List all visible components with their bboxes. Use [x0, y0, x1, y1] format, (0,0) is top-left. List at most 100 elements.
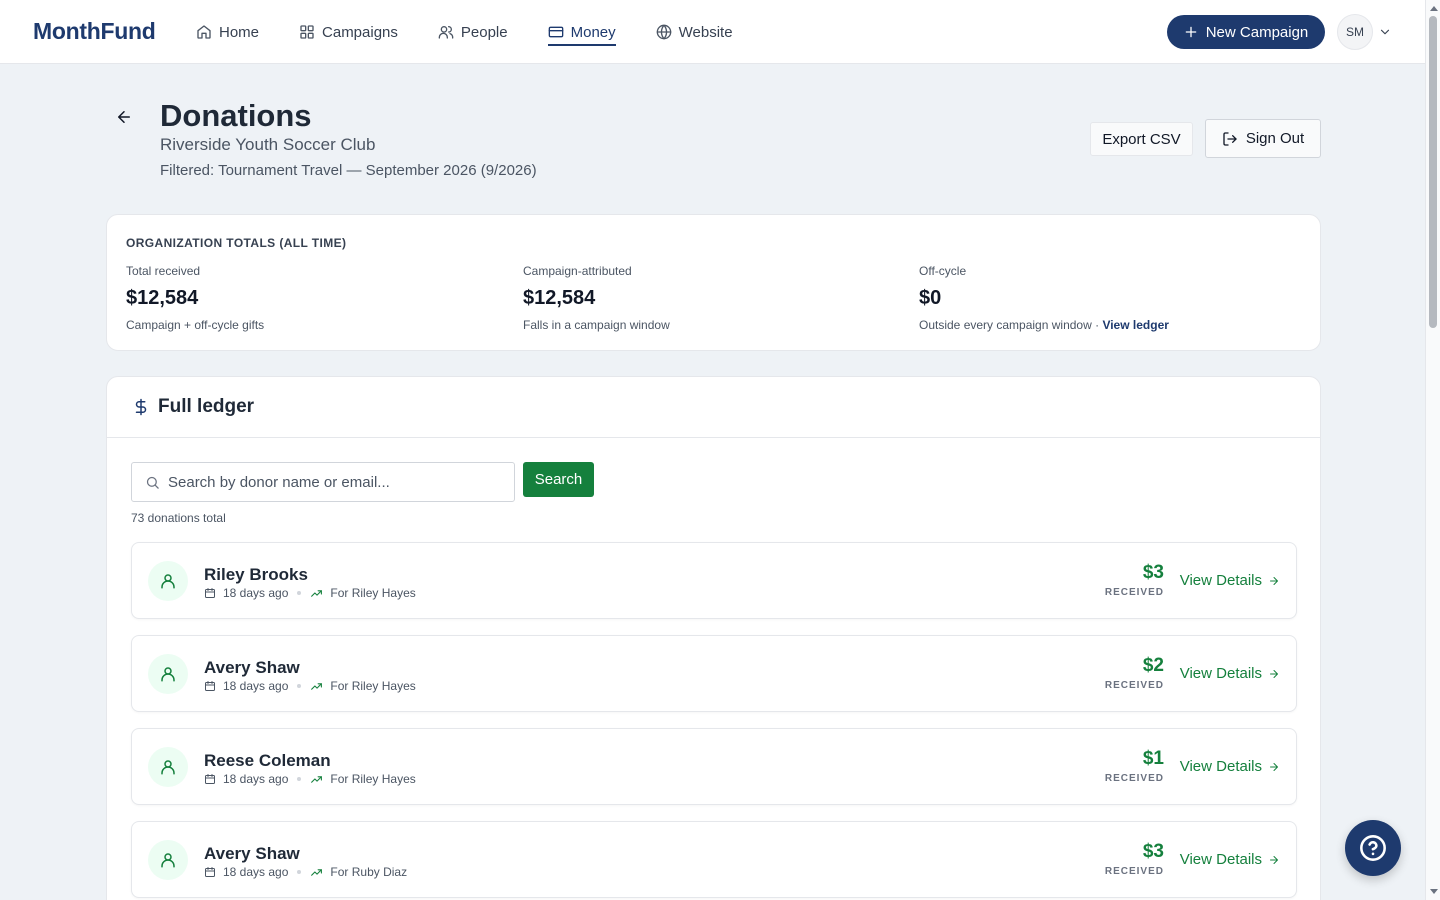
arrow-right-icon: [1270, 576, 1278, 585]
arrow-right-icon: [1270, 669, 1278, 678]
donation-row[interactable]: Avery Shaw 18 days ago For Riley Hayes $…: [131, 635, 1297, 712]
totals-heading: ORGANIZATION TOTALS (ALL TIME): [126, 236, 347, 250]
scroll-down-arrow[interactable]: [1430, 889, 1438, 894]
donation-meta: 18 days ago For Riley Hayes: [204, 772, 416, 786]
nav-item-label: Home: [219, 23, 260, 41]
page-title: Donations: [160, 98, 312, 133]
nav-item-label: People: [460, 23, 508, 41]
organization-name: Riverside Youth Soccer Club: [160, 135, 376, 154]
view-ledger-link[interactable]: View ledger: [1102, 318, 1168, 332]
nav-item-home[interactable]: Home: [196, 0, 259, 64]
donation-amount-block: $2 RECEIVED: [1105, 655, 1164, 691]
main-nav: Home Campaigns People Money Website: [196, 0, 773, 64]
grid-icon: [300, 25, 314, 39]
status-badge: RECEIVED: [1104, 866, 1164, 877]
view-details-link[interactable]: View Details: [1180, 665, 1280, 682]
donation-amount-block: $3 RECEIVED: [1105, 562, 1164, 598]
globe-icon: [656, 24, 671, 40]
app-logo[interactable]: MonthFund: [33, 18, 156, 45]
organization-totals-card: ORGANIZATION TOTALS (ALL TIME) Total rec…: [106, 214, 1321, 351]
sign-out-label: Sign Out: [1245, 130, 1305, 147]
calendar-icon: [205, 867, 215, 877]
ledger-title: Full ledger: [158, 396, 255, 417]
log-out-icon: [1223, 131, 1237, 146]
nav-item-website[interactable]: Website: [656, 0, 733, 64]
stat-subtext: Falls in a campaign window: [523, 318, 670, 332]
donation-date: 18 days ago: [223, 679, 289, 693]
arrow-right-icon: [1270, 762, 1278, 771]
donor-avatar: [148, 840, 188, 880]
donation-amount: $2: [1142, 655, 1164, 676]
donation-meta: 18 days ago For Riley Hayes: [204, 586, 416, 600]
user-icon: [161, 667, 175, 682]
separator-dot: [297, 870, 302, 874]
donation-row[interactable]: Avery Shaw 18 days ago For Ruby Diaz $3 …: [131, 821, 1297, 898]
scroll-thumb[interactable]: [1429, 16, 1437, 328]
filter-description: Filtered: Tournament Travel — September …: [160, 162, 537, 179]
view-details-label: View Details: [1179, 665, 1262, 682]
nav-item-people[interactable]: People: [438, 0, 508, 64]
view-details-link[interactable]: View Details: [1180, 758, 1280, 775]
view-details-link[interactable]: View Details: [1180, 572, 1280, 589]
donation-amount-block: $3 RECEIVED: [1105, 841, 1164, 877]
separator-dot: [297, 591, 302, 595]
full-ledger-card: Full ledger Search 73 donations total Ri…: [106, 376, 1321, 900]
wallet-icon: [548, 26, 563, 38]
donor-avatar: [148, 654, 188, 694]
nav-item-campaigns[interactable]: Campaigns: [299, 0, 398, 64]
search-button[interactable]: Search: [523, 462, 594, 497]
sign-out-button[interactable]: Sign Out: [1205, 119, 1321, 158]
stat-value: $0: [919, 287, 942, 309]
view-details-label: View Details: [1179, 572, 1262, 589]
donation-amount: $3: [1142, 841, 1164, 862]
stat-subtext: Outside every campaign window · View led…: [919, 318, 1169, 332]
donation-recipient: For Riley Hayes: [330, 679, 416, 693]
donation-row[interactable]: Reese Coleman 18 days ago For Riley Haye…: [131, 728, 1297, 805]
plus-icon: [1185, 26, 1197, 38]
back-button[interactable]: [115, 108, 135, 128]
top-navbar: MonthFund Home Campaigns People Money We…: [0, 0, 1425, 64]
nav-item-label: Money: [570, 23, 616, 41]
user-avatar[interactable]: SM: [1337, 14, 1373, 50]
donation-amount: $3: [1142, 562, 1164, 583]
status-badge: RECEIVED: [1104, 587, 1164, 598]
donation-row[interactable]: Riley Brooks 18 days ago For Riley Hayes…: [131, 542, 1297, 619]
scroll-up-arrow[interactable]: [1430, 6, 1438, 11]
donation-amount-block: $1 RECEIVED: [1105, 748, 1164, 784]
user-icon: [161, 760, 175, 775]
status-badge: RECEIVED: [1104, 680, 1164, 691]
stat-off-cycle: Off-cycle $0 Outside every campaign wind…: [919, 264, 1169, 332]
stat-campaign-attributed: Campaign-attributed $12,584 Falls in a c…: [523, 264, 670, 332]
new-campaign-button[interactable]: New Campaign: [1167, 15, 1325, 49]
donor-name: Avery Shaw: [204, 844, 300, 863]
stat-subtext-text: Outside every campaign window ·: [919, 318, 1100, 332]
separator-dot: [297, 777, 302, 781]
stat-value: $12,584: [523, 287, 596, 309]
stat-subtext: Campaign + off-cycle gifts: [126, 318, 265, 332]
trending-up-icon: [311, 589, 323, 597]
donation-date: 18 days ago: [223, 586, 289, 600]
donation-date: 18 days ago: [223, 772, 289, 786]
calendar-icon: [205, 774, 215, 784]
export-csv-button[interactable]: Export CSV: [1090, 122, 1193, 156]
donation-recipient: For Riley Hayes: [330, 586, 416, 600]
chevron-down-icon[interactable]: [1378, 25, 1392, 39]
donor-avatar: [148, 747, 188, 787]
donations-count: 73 donations total: [131, 511, 226, 525]
donor-search-input[interactable]: [168, 463, 508, 501]
help-button[interactable]: [1345, 820, 1401, 876]
trending-up-icon: [311, 868, 323, 876]
home-icon: [197, 25, 211, 39]
user-icon: [161, 853, 175, 868]
donor-avatar: [148, 561, 188, 601]
new-campaign-label: New Campaign: [1205, 23, 1309, 41]
nav-item-label: Website: [678, 23, 733, 41]
donor-search-field[interactable]: [131, 462, 515, 502]
view-details-link[interactable]: View Details: [1180, 851, 1280, 868]
donor-name: Riley Brooks: [204, 565, 308, 584]
nav-item-label: Campaigns: [322, 23, 398, 41]
page-scrollbar[interactable]: [1425, 0, 1440, 900]
trending-up-icon: [311, 682, 323, 690]
view-details-label: View Details: [1179, 758, 1262, 775]
nav-item-money[interactable]: Money: [547, 0, 616, 64]
